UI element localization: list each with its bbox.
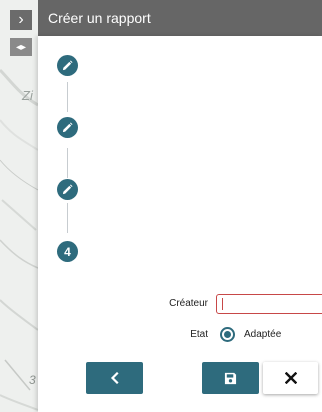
map-label-zi: Zi [21, 88, 34, 103]
stepper-connector [67, 82, 68, 112]
panel-header: Créer un rapport [38, 0, 322, 36]
chevron-right-icon: › [18, 11, 24, 28]
resize-handle[interactable]: ◂▸ [10, 38, 32, 56]
map-background[interactable]: Zi 3 › ◂▸ [0, 0, 38, 412]
save-icon [224, 372, 237, 384]
radio-button[interactable] [220, 327, 235, 342]
creator-input[interactable] [216, 294, 322, 314]
radio-selected-dot [224, 331, 231, 338]
step-2-completed[interactable] [57, 117, 78, 138]
stepper-connector [67, 203, 68, 233]
pencil-icon [62, 184, 73, 195]
app-root: Zi 3 › ◂▸ Créer un rapport 4 Créateur Et… [0, 0, 322, 412]
close-icon [284, 372, 297, 384]
state-label: Etat [190, 329, 208, 340]
panel-title: Créer un rapport [48, 10, 151, 26]
step-4-current[interactable]: 4 [57, 241, 78, 262]
back-button[interactable] [86, 362, 143, 394]
pencil-icon [62, 122, 73, 133]
step-number: 4 [64, 244, 71, 259]
resize-arrows-icon: ◂▸ [15, 41, 27, 53]
map-lines: Zi 3 [0, 68, 38, 411]
save-button[interactable] [202, 362, 259, 394]
step-3-completed[interactable] [57, 179, 78, 200]
pencil-icon [62, 60, 73, 71]
expand-sidebar-button[interactable]: › [10, 10, 32, 30]
close-button[interactable] [263, 362, 318, 394]
state-option-label: Adaptée [244, 329, 282, 340]
text-caret [222, 298, 223, 311]
report-panel: 4 Créateur Etat Adaptée [38, 36, 322, 412]
map-label-3: 3 [29, 373, 36, 387]
state-radio-adaptee[interactable]: Adaptée [220, 327, 281, 342]
chevron-left-icon [110, 372, 119, 384]
stepper-connector [67, 148, 68, 178]
step-1-completed[interactable] [57, 55, 78, 76]
creator-label: Créateur [169, 298, 208, 309]
